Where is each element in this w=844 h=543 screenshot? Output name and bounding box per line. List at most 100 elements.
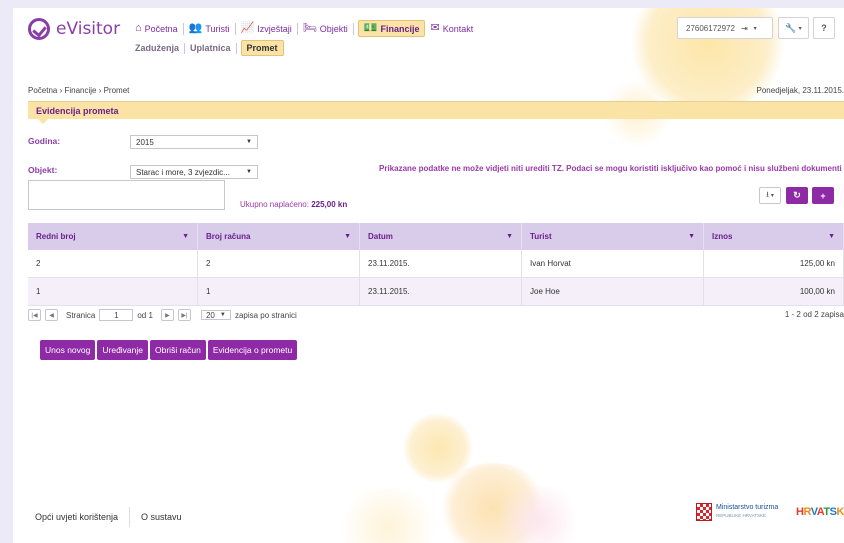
note-field[interactable] [28,180,225,210]
nav-item-turisti[interactable]: 👥 Turisti [184,21,235,36]
nav-item-izvjestaji[interactable]: 📈 Izvještaji [236,21,297,36]
column-label: Broj računa [206,232,251,241]
cell-turist: Joe Hoe [521,277,704,306]
godina-select[interactable]: 2015 ▼ [130,135,258,149]
nav-item-financije[interactable]: 💵 Financije [357,20,426,37]
total-value: 225,00 kn [311,200,348,209]
delete-invoice-button[interactable]: Obriši račun [150,340,206,360]
decor-blob [333,488,443,543]
refresh-button[interactable]: ↻ [786,187,808,204]
filter-icon[interactable]: ▼ [182,233,189,240]
footer-link-about[interactable]: O sustavu [141,512,182,522]
column-label: Datum [368,232,393,241]
nav-label: Objekti [319,23,348,34]
breadcrumb: Početna › Financije › Promet [28,86,130,95]
download-icon: ⭳ [766,189,769,199]
column-label: Iznos [712,232,733,241]
filter-icon[interactable]: ▼ [828,233,835,240]
hrvatska-logo[interactable]: HRVATSKA [796,506,844,518]
sub-nav: Zaduženja Uplatnica Promet [130,40,284,56]
next-page-button[interactable]: ▶ [160,309,174,321]
settings-button[interactable]: 🔧 ▾ [778,17,809,39]
help-button[interactable]: ? [813,17,835,39]
line-chart-icon: 📈 [240,22,255,34]
add-button[interactable]: + [812,187,834,204]
godina-label: Godina: [28,136,61,146]
app-name: eVisitor [56,19,121,39]
current-date: Ponedjeljak, 23.11.2015. [756,86,844,95]
column-header[interactable]: Iznos ▼ [703,223,844,250]
logout-icon: ⇥ [740,23,748,33]
app-logo[interactable]: eVisitor [28,18,120,40]
page-input[interactable]: 1 [99,309,134,321]
check-circle-icon [28,18,50,40]
column-header[interactable]: Broj računa ▼ [197,223,360,250]
cell-datum: 23.11.2015. [359,277,522,306]
ministry-logo[interactable]: Ministarstvo turizma REPUBLIKE HRVATSKE [696,503,778,521]
cell-broj-racuna: 2 [197,250,360,278]
subnav-item-promet[interactable]: Promet [240,40,284,56]
chevron-down-icon: ▼ [246,169,252,175]
filter-icon[interactable]: ▼ [506,233,513,240]
subnav-item-uplatnica[interactable]: Uplatnica [185,41,236,55]
table-row[interactable]: 2 2 23.11.2015. Ivan Horvat 125,00 kn [28,250,844,278]
decor-blob [403,413,473,483]
objekt-label: Objekt: [28,165,58,175]
new-entry-button[interactable]: Unos novog [40,340,96,360]
footer: Opći uvjeti korištenja O sustavu [35,507,182,527]
filter-icon[interactable]: ▼ [688,233,695,240]
refresh-icon: ↻ [793,190,801,200]
nav-item-objekti[interactable]: 🛏 Objekti [298,21,353,36]
page-of-label: od 1 [137,310,153,320]
croatian-crest-icon [696,503,712,521]
ministry-name: Ministarstvo turizma [716,504,779,511]
column-header[interactable]: Datum ▼ [359,223,522,250]
cell-broj-racuna: 1 [197,277,360,306]
subnav-divider [235,42,237,54]
nav-item-kontakt[interactable]: ✉ Kontakt [425,21,478,36]
chevron-down-icon: ▾ [753,25,757,32]
column-header[interactable]: Turist ▼ [521,223,704,250]
table-header-row: Redni broj ▼ Broj računa ▼ Datum ▼ Turist ▼ … [28,223,844,250]
pager-info: 1 - 2 od 2 zapisa [784,310,844,319]
cell-datum: 23.11.2015. [359,250,522,278]
envelope-icon: ✉ [430,22,440,34]
chevron-down-icon: ▼ [246,139,252,145]
users-icon: 👥 [188,22,203,34]
subnav-item-zaduzenja[interactable]: Zaduženja [130,41,184,55]
section-header: Evidencija prometa [28,101,844,119]
nav-label: Financije [380,23,420,34]
home-icon: ⌂ [135,22,142,34]
chevron-down-icon: ▾ [770,193,774,199]
nav-item-pocetna[interactable]: ⌂ Početna [130,21,183,36]
turnover-record-button[interactable]: Evidencija o prometu [207,340,298,360]
objekt-select[interactable]: Starac i more, 3 zvjezdic... ▼ [130,165,258,179]
cell-turist: Ivan Horvat [521,250,704,278]
section-pointer [37,118,49,124]
filter-icon[interactable]: ▼ [344,233,351,240]
first-page-button[interactable]: |◀ [28,309,41,321]
plus-icon: + [820,190,826,201]
nav-label: Kontakt [442,23,474,34]
user-menu[interactable]: 27606172972 ⇥ ▾ [677,17,773,39]
godina-value: 2015 [136,137,154,147]
chevron-down-icon: ▼ [219,312,226,318]
total-label: Ukupno naplaćeno: [240,200,309,209]
page: eVisitor ⌂ Početna 👥 Turisti 📈 Izvještaji 🛏… [13,8,844,543]
total-summary: Ukupno naplaćeno: 225,00 kn [240,200,347,209]
page-size-select[interactable]: 20 ▼ [200,310,231,320]
cell-iznos: 100,00 kn [703,277,844,306]
last-page-button[interactable]: ▶| [177,309,191,321]
column-label: Turist [530,232,552,241]
export-button[interactable]: ⭳ ▾ [759,187,781,204]
prev-page-button[interactable]: ◀ [45,309,58,321]
help-icon: ? [821,23,827,33]
cell-redni-broj: 1 [28,277,198,306]
wrench-icon: 🔧 [785,22,797,33]
table-row[interactable]: 1 1 23.11.2015. Joe Hoe 100,00 kn [28,277,844,306]
footer-link-terms[interactable]: Opći uvjeti korištenja [35,512,118,522]
column-header[interactable]: Redni broj ▼ [28,223,198,250]
action-bar: Unos novog Uređivanje Obriši račun Evide… [40,340,298,360]
nav-label: Turisti [205,23,230,34]
edit-button[interactable]: Uređivanje [97,340,149,360]
